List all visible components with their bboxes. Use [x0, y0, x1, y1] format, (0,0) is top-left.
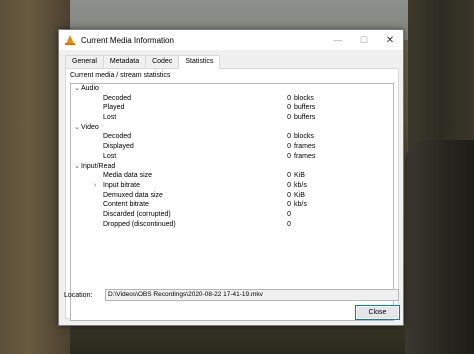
- tree-row[interactable]: › Input bitrate 0 kb/s: [71, 181, 393, 191]
- chevron-right-icon[interactable]: ›: [91, 181, 99, 191]
- window-title: Current Media Information: [81, 35, 174, 45]
- tree-row[interactable]: Content bitrate 0 kb/s: [71, 200, 393, 210]
- tree-row[interactable]: Decoded 0 blocks: [71, 132, 393, 142]
- tree-row[interactable]: Displayed 0 frames: [71, 142, 393, 152]
- minimize-button[interactable]: —: [325, 30, 351, 50]
- vlc-cone-icon: [65, 35, 75, 45]
- tree-row[interactable]: Lost 0 buffers: [71, 113, 393, 123]
- weapon-model: [405, 140, 474, 354]
- tree-row[interactable]: Media data size 0 KiB: [71, 171, 393, 181]
- tab-bar: General Metadata Codec Statistics: [65, 55, 221, 69]
- tab-codec[interactable]: Codec: [145, 55, 180, 68]
- tab-statistics[interactable]: Statistics: [178, 55, 221, 69]
- tree-category-input-read[interactable]: ⌄ Input/Read: [71, 162, 393, 172]
- tree-row[interactable]: Dropped (discontinued) 0: [71, 220, 393, 230]
- maximize-button[interactable]: ☐: [351, 30, 377, 50]
- tree-row[interactable]: Discarded (corrupted) 0: [71, 210, 393, 220]
- chevron-down-icon[interactable]: ⌄: [73, 123, 81, 133]
- tree-row[interactable]: Demuxed data size 0 KiB: [71, 191, 393, 201]
- chevron-down-icon[interactable]: ⌄: [73, 162, 81, 172]
- chevron-down-icon[interactable]: ⌄: [73, 84, 81, 94]
- close-button[interactable]: Close: [355, 305, 400, 320]
- tree-row[interactable]: Played 0 buffers: [71, 103, 393, 113]
- statistics-caption: Current media / stream statistics: [70, 72, 171, 79]
- tree-category-video[interactable]: ⌄ Video: [71, 123, 393, 133]
- tab-metadata[interactable]: Metadata: [102, 55, 147, 68]
- location-label: Location:: [64, 292, 93, 299]
- tree-row[interactable]: Decoded 0 blocks: [71, 94, 393, 104]
- statistics-tree[interactable]: ⌄ Audio Decoded 0 blocks Played 0 buffer…: [70, 83, 394, 321]
- tab-general[interactable]: General: [65, 55, 104, 68]
- media-information-dialog: Current Media Information — ☐ ✕ General …: [58, 29, 404, 326]
- tree-row[interactable]: Lost 0 frames: [71, 152, 393, 162]
- statistics-panel: Current media / stream statistics ⌄ Audi…: [65, 68, 399, 321]
- tree-category-audio[interactable]: ⌄ Audio: [71, 84, 393, 94]
- location-field[interactable]: D:\Videos\OBS Recordings\2020-08-22 17-4…: [105, 289, 399, 301]
- close-window-button[interactable]: ✕: [377, 30, 403, 50]
- title-bar[interactable]: Current Media Information — ☐ ✕: [59, 30, 403, 50]
